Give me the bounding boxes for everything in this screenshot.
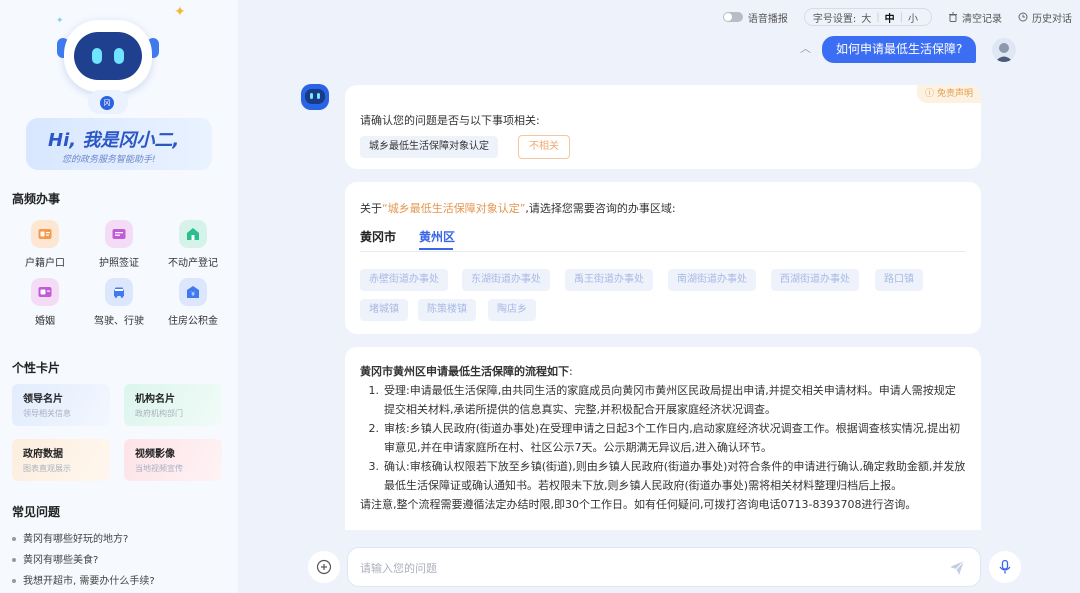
- card-title: 视频影像: [135, 449, 175, 460]
- clear-history-label: 清空记录: [962, 13, 1002, 25]
- tab-huanggang-city[interactable]: 黄冈市: [360, 228, 396, 245]
- user-avatar: [992, 38, 1016, 62]
- service-label: 户籍户口: [25, 258, 65, 269]
- tab-huangzhou-district[interactable]: 黄州区: [419, 228, 455, 245]
- voice-label: 语音播报: [747, 13, 788, 25]
- sparkle-icon: ✦: [174, 4, 186, 20]
- card-gov-data[interactable]: 政府数据 图表直观展示: [12, 439, 110, 481]
- answer-card: 黄冈市黄州区申请最低生活保障的流程如下: 1. 受理:申请最低生活保障,由共同生活…: [345, 347, 981, 530]
- answer-steps: 1. 受理:申请最低生活保障,由共同生活的家庭成员向黄冈市黄州区民政局提出申请,并…: [360, 381, 966, 495]
- sidebar: ✦ ✦ 冈 Hi, 我是冈小二, 您的政务服务智能助手! 高频办事 户籍户口 护…: [0, 0, 238, 593]
- housing-fund-icon: ¥: [179, 278, 207, 306]
- card-leader[interactable]: 领导名片 领导相关信息: [12, 384, 110, 426]
- robot-badge: 冈: [100, 96, 114, 110]
- assistant-hero: ✦ ✦ 冈 Hi, 我是冈小二, 您的政务服务智能助手!: [24, 4, 216, 170]
- card-subtitle: 图表直观展示: [23, 464, 71, 473]
- service-marriage[interactable]: 婚姻: [15, 278, 75, 327]
- greeting-title: Hi, 我是冈小二,: [48, 130, 180, 151]
- trash-icon: [949, 12, 957, 22]
- not-related-button[interactable]: 不相关: [518, 135, 570, 159]
- service-passport-visa[interactable]: 护照签证: [89, 220, 149, 269]
- faq-section-title: 常见问题: [12, 505, 61, 519]
- answer-title: 黄冈市黄州区申请最低生活保障的流程如下:: [360, 365, 573, 378]
- tab-divider: [360, 251, 966, 252]
- chevron-up-icon[interactable]: ︿: [800, 40, 811, 56]
- service-real-estate[interactable]: 不动产登记: [163, 220, 223, 269]
- service-driving[interactable]: 驾驶、行驶: [89, 278, 149, 327]
- card-video[interactable]: 视频影像 当地视频宣传: [124, 439, 222, 481]
- question-input[interactable]: [360, 558, 920, 578]
- frequent-section-title: 高频办事: [12, 192, 61, 206]
- send-icon[interactable]: [948, 559, 966, 577]
- voice-toggle[interactable]: [722, 12, 743, 22]
- region-chip[interactable]: 陶店乡: [488, 299, 536, 321]
- voice-input-button[interactable]: [989, 551, 1021, 583]
- house-icon: [179, 220, 207, 248]
- service-label: 驾驶、行驶: [94, 316, 144, 327]
- car-icon: [105, 278, 133, 306]
- answer-note: 请注意,整个流程需要遵循法定办结时限,即30个工作日。如有任何疑问,可拨打咨询电…: [360, 498, 917, 511]
- active-tab-indicator: [419, 248, 453, 250]
- region-chip[interactable]: 路口镇: [875, 269, 923, 291]
- cards-section-title: 个性卡片: [12, 361, 61, 375]
- region-chip[interactable]: 禹王街道办事处: [565, 269, 653, 291]
- user-message: 如何申请最低生活保障?: [822, 36, 977, 63]
- clear-history-button[interactable]: 清空记录: [948, 10, 1002, 25]
- region-chip[interactable]: 陈策楼镇: [418, 299, 476, 321]
- card-subtitle: 政府机构部门: [135, 409, 183, 418]
- font-size-label: 字号设置:: [812, 13, 857, 25]
- faq-item[interactable]: 黄冈有哪些好玩的地方?: [12, 530, 128, 545]
- add-attachment-button[interactable]: [308, 551, 340, 583]
- sparkle-icon: ✦: [56, 16, 64, 26]
- faq-item[interactable]: 我想开超市, 需要办什么手续?: [12, 572, 155, 587]
- card-title: 机构名片: [135, 394, 175, 405]
- card-title: 领导名片: [23, 394, 63, 405]
- service-household-registration[interactable]: 户籍户口: [15, 220, 75, 269]
- disclaimer-tag[interactable]: ⓘ 免责声明: [917, 85, 981, 103]
- faq-item[interactable]: 黄冈有哪些美食?: [12, 551, 98, 566]
- region-card: 关于“城乡最低生活保障对象认定”,请选择您需要咨询的办事区域: 黄冈市 黄州区 …: [345, 182, 981, 334]
- id-card-icon: [31, 220, 59, 248]
- matter-option-chip[interactable]: 城乡最低生活保障对象认定: [360, 136, 498, 158]
- card-title: 政府数据: [23, 449, 63, 460]
- answer-step: 1. 受理:申请最低生活保障,由共同生活的家庭成员向黄冈市黄州区民政局提出申请,并…: [368, 384, 956, 416]
- greeting-card: Hi, 我是冈小二, 您的政务服务智能助手!: [26, 118, 212, 170]
- service-housing-fund[interactable]: ¥ 住房公积金: [163, 278, 223, 327]
- answer-step: 3. 确认:审核确认权限若下放至乡镇(街道),则由乡镇人民政府(街道办事处)对符合…: [368, 460, 966, 492]
- card-subtitle: 领导相关信息: [23, 409, 71, 418]
- marriage-certificate-icon: [31, 278, 59, 306]
- clock-icon: [1018, 12, 1028, 22]
- greeting-subtitle: 您的政务服务智能助手!: [62, 155, 156, 165]
- font-size-small[interactable]: 小: [903, 10, 923, 25]
- question-input-box: [347, 547, 981, 587]
- confirm-card: ⓘ 免责声明 请确认您的问题是否与以下事项相关: 城乡最低生活保障对象认定 不相…: [345, 85, 981, 169]
- history-button[interactable]: 历史对话: [1018, 10, 1072, 25]
- card-institution[interactable]: 机构名片 政府机构部门: [124, 384, 222, 426]
- font-size-large[interactable]: 大: [856, 10, 876, 25]
- font-size-selector: 字号设置: 大 | 中 | 小: [803, 8, 932, 26]
- region-chip[interactable]: 南湖街道办事处: [668, 269, 756, 291]
- passport-icon: [105, 220, 133, 248]
- svg-text:¥: ¥: [191, 291, 195, 298]
- region-chip[interactable]: 堵城镇: [360, 299, 408, 321]
- top-toolbar: 语音播报 字号设置: 大 | 中 | 小 清空记录 历史对话: [722, 8, 1072, 26]
- plus-circle-icon: [316, 559, 332, 575]
- service-label: 护照签证: [99, 258, 139, 269]
- region-chip[interactable]: 东湖街道办事处: [462, 269, 550, 291]
- robot-mascot-icon: [64, 20, 152, 92]
- answer-step: 2. 审核:乡镇人民政府(街道办事处)在受理申请之日起3个工作日内,启动家庭经济状…: [368, 422, 961, 454]
- bot-avatar: [301, 84, 329, 110]
- service-label: 住房公积金: [168, 316, 218, 327]
- service-label: 婚姻: [35, 316, 55, 327]
- confirm-prompt: 请确认您的问题是否与以下事项相关:: [360, 114, 540, 127]
- font-size-medium[interactable]: 中: [880, 10, 900, 25]
- region-chip[interactable]: 西湖街道办事处: [771, 269, 859, 291]
- region-prompt: 关于“城乡最低生活保障对象认定”,请选择您需要咨询的办事区域:: [360, 202, 676, 215]
- card-subtitle: 当地视频宣传: [135, 464, 183, 473]
- region-chip[interactable]: 赤壁街道办事处: [360, 269, 448, 291]
- history-label: 历史对话: [1032, 13, 1072, 25]
- service-label: 不动产登记: [168, 258, 218, 269]
- microphone-icon: [999, 559, 1011, 574]
